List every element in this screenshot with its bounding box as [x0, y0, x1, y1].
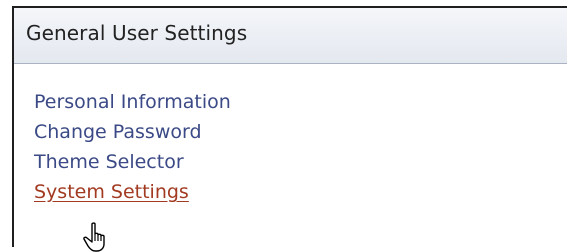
screenshot-frame: General User Settings Personal Informati…: [0, 0, 567, 252]
system-settings-link[interactable]: System Settings: [34, 181, 189, 203]
general-user-settings-panel: General User Settings Personal Informati…: [12, 6, 567, 247]
list-item: System Settings: [34, 181, 231, 211]
settings-link-list: Personal Information Change Password The…: [34, 91, 231, 211]
list-item: Theme Selector: [34, 151, 231, 181]
personal-information-link[interactable]: Personal Information: [34, 91, 231, 113]
list-item: Personal Information: [34, 91, 231, 121]
panel-title: General User Settings: [26, 21, 248, 45]
change-password-link[interactable]: Change Password: [34, 121, 202, 143]
list-item: Change Password: [34, 121, 231, 151]
theme-selector-link[interactable]: Theme Selector: [34, 151, 184, 173]
panel-header: General User Settings: [14, 8, 567, 64]
